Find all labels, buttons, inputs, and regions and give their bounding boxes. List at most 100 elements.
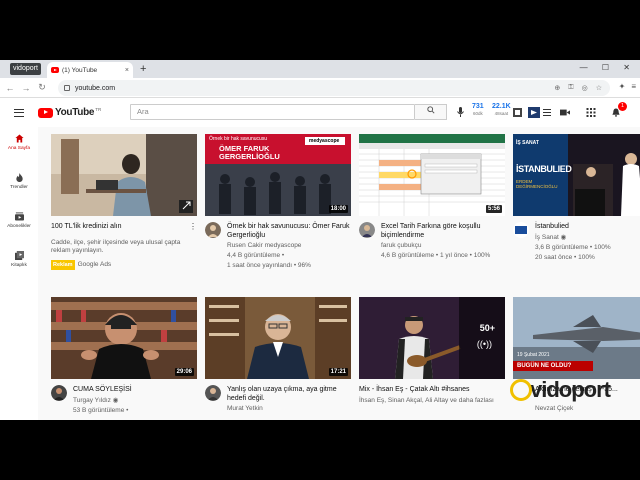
channel-avatar[interactable] (51, 385, 67, 401)
search-input[interactable]: Ara (130, 104, 415, 120)
vidoport-logo-icon (510, 379, 532, 401)
thumbnail-brand: İŞ SANAT (516, 140, 539, 146)
search-icon (426, 106, 435, 114)
video-thumbnail[interactable]: 17:21 (205, 297, 351, 379)
address-bar[interactable]: youtube.com ⊕ ⚿ ◎ ☆ (58, 80, 610, 96)
create-video-icon[interactable] (560, 108, 570, 117)
sidebar: Ana Sayfa Trendler Abonelikler Kitaplık (0, 127, 38, 420)
stat-realtime-value: 731 (472, 103, 484, 110)
tab-close-icon[interactable]: × (125, 67, 129, 74)
video-title[interactable]: CUMA SÖYLEŞİSİ (73, 385, 197, 394)
sidebar-item-home[interactable]: Ana Sayfa (0, 134, 38, 151)
microphone-icon[interactable] (457, 107, 464, 119)
youtube-favicon-icon (51, 67, 59, 73)
channel-name[interactable]: faruk çubukçu (381, 242, 421, 250)
sidebar-item-trending[interactable]: Trendler (0, 173, 38, 190)
reading-list-icon[interactable]: ≡ (631, 82, 636, 91)
video-thumbnail[interactable]: 19 Şubat 2021 BUGÜN NE OLDU? (513, 297, 640, 379)
ad-description: Cadde, ilçe, şehir ilçesinde veya ulusal… (51, 239, 181, 254)
screen-frame: vidoport (1) YouTube × + — ☐ ✕ ← → ↻ you… (0, 60, 640, 420)
vidiq-icon[interactable] (513, 108, 523, 117)
thumbnail-image (359, 134, 505, 216)
key-icon[interactable]: ⚿ (568, 84, 573, 92)
ad-advertiser-name: Google Ads (77, 261, 112, 268)
video-thumbnail[interactable]: İŞ SANAT İSTANBULIED ERDEM DEĞİRMENCİOĞL… (513, 134, 640, 216)
apps-icon[interactable] (586, 108, 596, 117)
vidoport-watermark: vidoport (510, 377, 611, 403)
menu-icon[interactable] (14, 109, 24, 117)
channel-name[interactable]: Nevzat Çiçek (535, 405, 573, 413)
broadcast-icon: ((•)) (476, 339, 492, 349)
video-thumbnail[interactable]: 29:06 (51, 297, 197, 379)
video-stats: 3,6 B görüntüleme • 100% (535, 244, 611, 251)
browser-toolbar: ← → ↻ youtube.com ⊕ ⚿ ◎ ☆ ✦ ≡ (0, 78, 640, 98)
eye-slash-icon[interactable]: ◎ (582, 84, 588, 92)
search-button[interactable] (415, 104, 447, 120)
reload-icon[interactable]: ↻ (36, 82, 48, 93)
channel-avatar[interactable] (205, 222, 221, 238)
youtube-logo[interactable]: YouTube TR (38, 107, 101, 118)
video-title[interactable]: Excel Tarih Farkına göre koşullu biçimle… (381, 222, 505, 240)
subscriptions-icon (14, 212, 24, 221)
channel-name[interactable]: Rusen Cakir medyascope (227, 242, 301, 250)
video-title[interactable]: İstanbulied (535, 222, 640, 231)
stat-48h-label: 48saat (494, 111, 509, 116)
tooltip: vidoport (10, 63, 41, 75)
more-options-icon[interactable]: ⋮ (189, 222, 197, 231)
thumbnail-caption: İSTANBULIED (516, 164, 572, 174)
list-icon[interactable] (542, 108, 552, 117)
forward-icon[interactable]: → (20, 83, 32, 93)
url-text: youtube.com (75, 84, 116, 92)
thumbnail-image (513, 134, 640, 216)
video-thumbnail[interactable]: 50+ ((•)) (359, 297, 505, 379)
extensions-icon[interactable]: ✦ (619, 82, 626, 91)
tab-title: (1) YouTube (62, 66, 98, 74)
back-icon[interactable]: ← (4, 83, 16, 93)
channel-name[interactable]: İhsan Eş, Sinan Akçal, Ali Altay ve daha… (359, 397, 499, 405)
ad-advertiser: Reklam Google Ads (51, 260, 111, 270)
video-thumbnail[interactable]: Örnek bir hak savunucusu medyascope ÖMER… (205, 134, 351, 216)
stat-48h-value: 22.1K (492, 103, 511, 110)
channel-avatar[interactable] (359, 222, 375, 238)
logo-country: TR (95, 107, 102, 112)
thumbnail-image (359, 297, 505, 379)
channel-name[interactable]: İş Sanat ◉ (535, 234, 566, 242)
window-controls[interactable]: — ☐ ✕ (580, 63, 636, 72)
stat-realtime[interactable]: 731 60dk (472, 103, 484, 117)
youtube-header: YouTube TR Ara 731 60dk 22.1K 48saat 1 (0, 99, 640, 127)
channel-name[interactable]: Turgay Yıldız ◉ (73, 397, 118, 405)
thumbnail-brand: medyascope (309, 138, 340, 144)
browser-tab-strip: vidoport (1) YouTube × + — ☐ ✕ (0, 60, 640, 78)
youtube-play-icon (38, 107, 53, 118)
notification-badge: 1 (618, 102, 627, 111)
new-tab-button[interactable]: + (140, 63, 146, 75)
stat-48h[interactable]: 22.1K 48saat (492, 103, 511, 117)
video-duration: 17:21 (328, 368, 348, 376)
sidebar-item-label: Trendler (10, 185, 28, 190)
browser-tab-youtube[interactable]: (1) YouTube × (47, 62, 133, 78)
logo-text: YouTube (55, 107, 95, 118)
video-title[interactable]: Yanlış olan uzaya çıkma, aya gitme hedef… (227, 385, 351, 403)
channel-avatar[interactable] (205, 385, 221, 401)
video-title[interactable]: Örnek bir hak savunucusu: Ömer Faruk Ger… (227, 222, 351, 240)
thumbnail-caption: ÖMER FARUK GERGERLİOĞLU (219, 144, 280, 161)
video-thumbnail[interactable]: 5:56 (359, 134, 505, 216)
video-thumbnail[interactable] (51, 134, 197, 216)
install-icon[interactable]: ⊕ (554, 84, 560, 92)
video-title[interactable]: 100 TL'lik kredinizi alın (51, 222, 181, 231)
lock-icon[interactable] (64, 85, 70, 91)
sidebar-item-label: Abonelikler (7, 224, 31, 229)
thumbnail-caption-small: Örnek bir hak savunucusu (209, 136, 268, 142)
video-stats-secondary: 1 saat önce yayınlandı • 96% (227, 262, 311, 269)
video-title[interactable]: Mix - İhsan Eş - Çatak Altı #ihsanes (359, 385, 483, 394)
channel-name[interactable]: Murat Yetkin (227, 405, 263, 413)
thumbnail-image (205, 297, 351, 379)
thumbnail-image (51, 297, 197, 379)
sidebar-item-subscriptions[interactable]: Abonelikler (0, 212, 38, 229)
thumbnail-date: 19 Şubat 2021 (517, 352, 550, 358)
star-icon[interactable]: ☆ (596, 84, 602, 92)
channel-avatar[interactable] (513, 222, 529, 238)
video-stats: 4,6 B görüntüleme • 1 yıl önce • 100% (381, 252, 491, 259)
sidebar-item-library[interactable]: Kitaplık (0, 251, 38, 268)
tubebuddy-icon[interactable] (528, 107, 540, 118)
